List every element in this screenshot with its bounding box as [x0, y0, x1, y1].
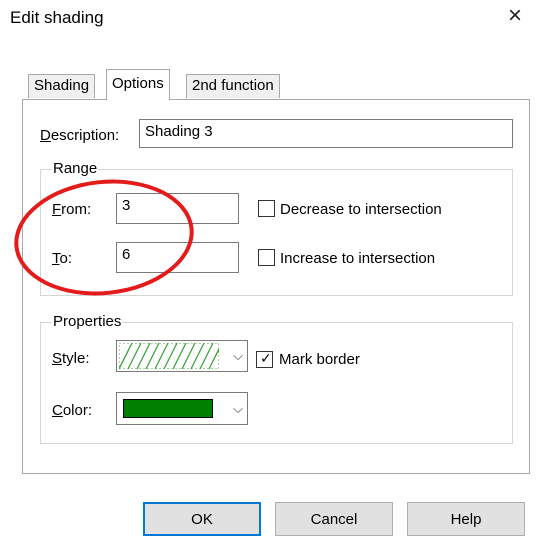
ok-button[interactable]: OK [143, 502, 261, 536]
from-field[interactable]: 3 [116, 193, 239, 224]
hatch-pattern-icon [119, 343, 219, 369]
help-button[interactable]: Help [407, 502, 525, 536]
tab-options[interactable]: Options [106, 69, 170, 100]
description-label: Description: [40, 127, 120, 144]
style-label: Style: [52, 350, 90, 367]
chevron-down-icon: ⌵ [233, 348, 243, 363]
cancel-button[interactable]: Cancel [275, 502, 393, 536]
description-field[interactable]: Shading 3 [139, 119, 513, 148]
increase-to-intersection-checkbox[interactable] [258, 249, 275, 266]
decrease-to-intersection-checkbox[interactable] [258, 200, 275, 217]
tab-shading[interactable]: Shading [28, 74, 96, 98]
mark-border-checkbox[interactable]: ✓ [256, 351, 273, 368]
range-group-label: Range [52, 160, 99, 177]
color-swatch [123, 399, 213, 418]
close-icon[interactable]: × [508, 4, 522, 28]
color-label: Color: [52, 402, 93, 419]
tab-2nd-function[interactable]: 2nd function [186, 74, 280, 98]
increase-to-intersection-label: Increase to intersection [280, 250, 436, 267]
color-dropdown[interactable]: ⌵ [116, 392, 248, 425]
properties-group-label: Properties [52, 313, 123, 330]
window-title: Edit shading [10, 8, 104, 27]
description-label-text: escription: [50, 127, 120, 144]
range-group [40, 169, 513, 296]
to-label: To: [52, 250, 73, 267]
decrease-to-intersection-label: Decrease to intersection [280, 201, 442, 218]
properties-group [40, 322, 513, 444]
to-field[interactable]: 6 [116, 242, 239, 273]
checkmark-icon: ✓ [260, 350, 272, 366]
style-dropdown[interactable]: ⌵ [116, 340, 248, 372]
from-label: From: [52, 201, 92, 218]
chevron-down-icon: ⌵ [233, 400, 243, 416]
mark-border-label: Mark border [279, 351, 360, 368]
